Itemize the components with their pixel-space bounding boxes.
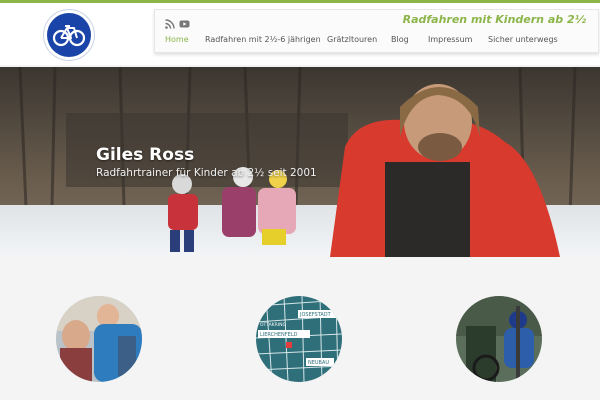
- hero-banner: Giles Ross Radfahrtrainer für Kinder ab …: [0, 67, 600, 257]
- map-label-neubau: NEUBAU: [308, 360, 329, 366]
- map-label-lierchenfeld: LIERCHENFELD: [260, 332, 298, 338]
- hero-subtitle: Radfahrtrainer für Kinder ab 2½ seit 200…: [96, 167, 317, 179]
- site-tagline: Radfahren mit Kindern ab 2½: [402, 13, 586, 26]
- bicycle-logo-icon: [47, 13, 91, 57]
- rss-icon[interactable]: [164, 15, 176, 29]
- nav-bar: Radfahren mit Kindern ab 2½ Home Radfahr…: [154, 9, 599, 53]
- site-logo[interactable]: [44, 10, 94, 60]
- nav-item-home[interactable]: Home: [165, 35, 189, 44]
- nav-item-graetzltouren[interactable]: Grätzltouren: [327, 35, 377, 44]
- feature-image-map[interactable]: JOSEFSTADT OTTAKRING LIERCHENFELD NEUBAU: [256, 296, 342, 382]
- feature-image-cyclists[interactable]: [456, 296, 542, 382]
- feature-image-family[interactable]: [56, 296, 142, 382]
- youtube-icon[interactable]: [179, 15, 191, 28]
- nav-item-radfahren[interactable]: Radfahren mit 2½-6 jährigen: [205, 35, 321, 44]
- site-header: Radfahren mit Kindern ab 2½ Home Radfahr…: [0, 3, 600, 65]
- nav-item-sicher-unterwegs[interactable]: Sicher unterwegs: [488, 35, 558, 44]
- nav-item-blog[interactable]: Blog: [391, 35, 409, 44]
- hero-title: Giles Ross: [96, 145, 195, 165]
- map-label-josefstadt: JOSEFSTADT: [299, 312, 332, 318]
- nav-item-impressum[interactable]: Impressum: [428, 35, 472, 44]
- map-label-ottakring: OTTAKRING: [260, 322, 286, 328]
- hero-photo: [0, 67, 600, 257]
